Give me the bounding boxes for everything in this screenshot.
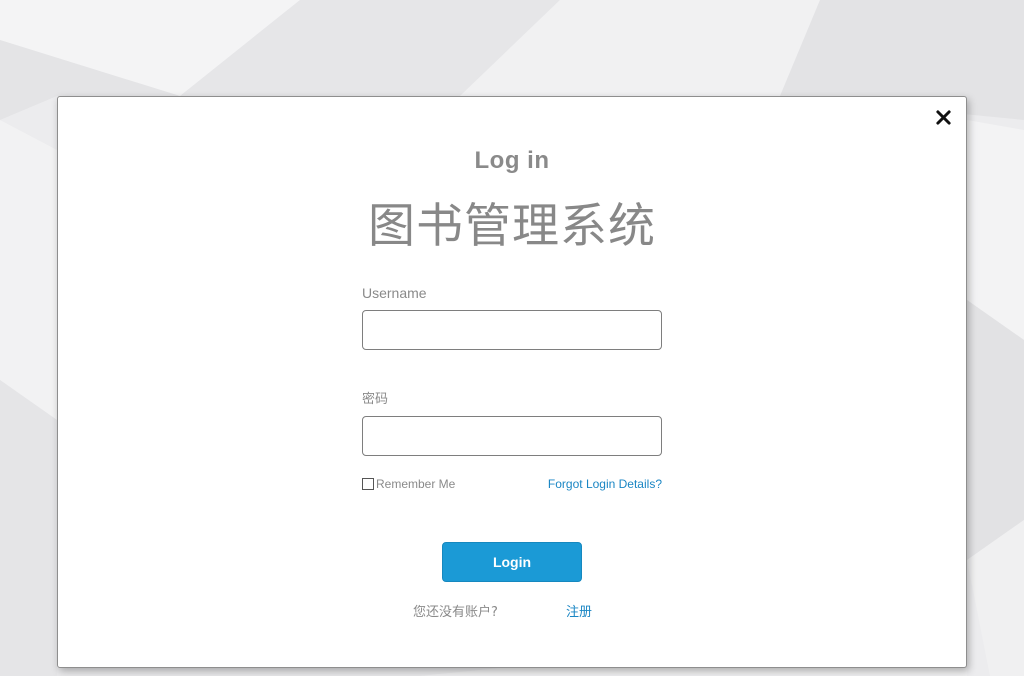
password-label: 密码 <box>362 392 389 407</box>
register-link[interactable]: 注册 <box>566 601 592 620</box>
close-button[interactable] <box>932 106 954 128</box>
close-icon <box>935 109 951 125</box>
username-input[interactable] <box>362 310 662 350</box>
no-account-text: 您还没有账户? <box>413 605 498 620</box>
remember-me: Remember Me <box>362 477 455 491</box>
options-row: Remember Me Forgot Login Details? <box>362 476 662 492</box>
forgot-login-link[interactable]: Forgot Login Details? <box>548 477 662 491</box>
remember-me-label: Remember Me <box>376 477 456 491</box>
login-heading: Log in <box>474 147 550 174</box>
login-form: Username 密码 Remember Me Forgot Login Det… <box>362 285 662 492</box>
app-title: 图书管理系统 <box>368 199 656 254</box>
username-label: Username <box>362 285 427 301</box>
login-button[interactable]: Login <box>442 542 582 582</box>
password-input[interactable] <box>362 416 662 456</box>
remember-me-checkbox[interactable] <box>362 478 374 490</box>
login-modal: Log in 图书管理系统 Username 密码 Remember Me Fo… <box>57 96 967 668</box>
